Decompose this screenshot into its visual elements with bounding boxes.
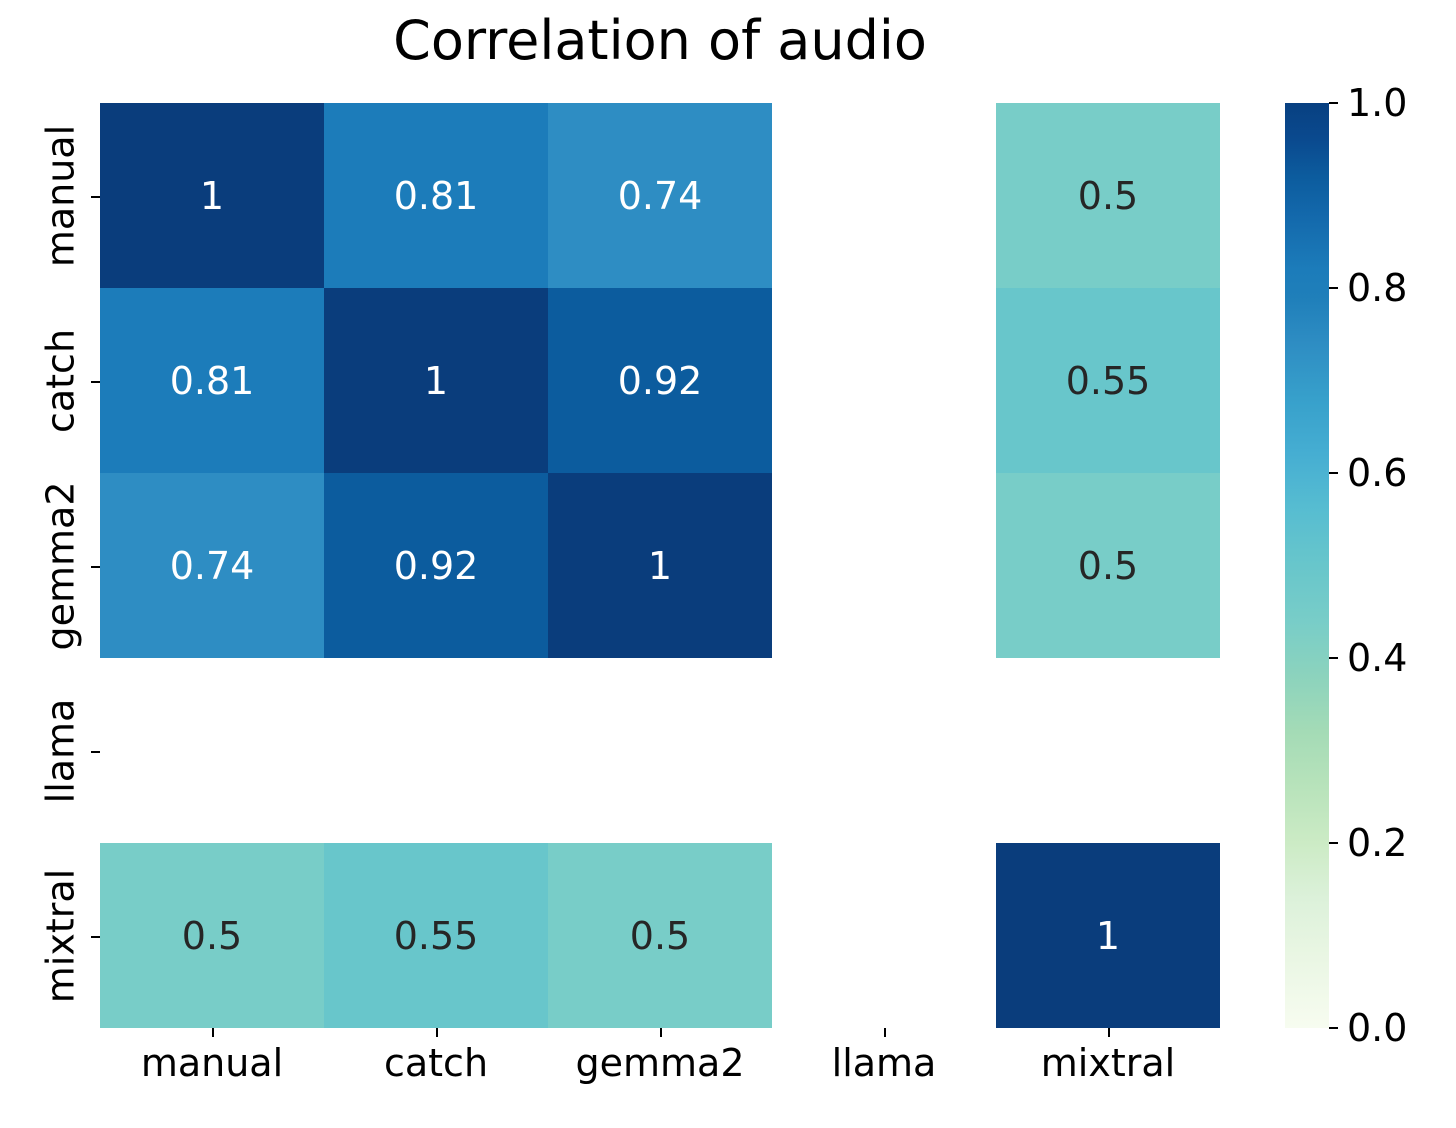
x-tick-label-catch: catch	[383, 1041, 489, 1085]
colorbar-tick	[1329, 842, 1338, 844]
heatmap-cell: 0.81	[100, 288, 324, 473]
heatmap-cell-value: 1	[423, 358, 449, 403]
heatmap-cell	[772, 288, 996, 473]
y-axis-tick	[91, 380, 100, 383]
colorbar-tick-label-0.6: 0.6	[1347, 451, 1408, 495]
heatmap-cell-value: 0.92	[393, 543, 479, 588]
heatmap-cell: 0.55	[996, 288, 1220, 473]
heatmap-cell: 1	[548, 473, 772, 658]
heatmap-figure: Correlation of audio 1 0.81 0.74 0.5 0.81 1 0.…	[0, 0, 1456, 1128]
heatmap-cell: 1	[324, 288, 548, 473]
heatmap-cell-value: 0.55	[1065, 358, 1151, 403]
y-tick-label-mixtral: mixtral	[38, 868, 82, 1003]
heatmap-cell	[548, 658, 772, 843]
heatmap-cell-value: 1	[647, 543, 673, 588]
heatmap-cell	[996, 658, 1220, 843]
colorbar-tick	[1329, 287, 1338, 289]
x-axis-tick	[884, 1028, 886, 1037]
colorbar-gradient	[1285, 103, 1329, 1028]
heatmap-cell: 0.74	[548, 103, 772, 288]
heatmap-cell	[772, 658, 996, 843]
heatmap-cell	[772, 473, 996, 658]
x-axis-tick	[436, 1028, 438, 1037]
heatmap-cell	[100, 658, 324, 843]
y-axis-tick	[91, 195, 100, 198]
colorbar-tick-label-0.8: 0.8	[1347, 266, 1408, 310]
x-tick-label-gemma2: gemma2	[575, 1041, 745, 1085]
heatmap-cell-value: 1	[199, 173, 225, 218]
heatmap-cell	[324, 658, 548, 843]
heatmap-cell-value: 0.55	[393, 913, 479, 958]
heatmap-cell-value: 0.81	[169, 358, 255, 403]
heatmap-cell: 1	[100, 103, 324, 288]
x-tick-label-mixtral: mixtral	[1040, 1041, 1176, 1085]
heatmap-cell	[772, 843, 996, 1028]
heatmap-cell-value: 0.5	[1077, 173, 1139, 218]
y-tick-label-manual: manual	[38, 124, 82, 267]
y-axis-tick	[91, 565, 100, 568]
heatmap-cell: 0.5	[548, 843, 772, 1028]
y-axis-tick	[91, 750, 100, 753]
colorbar-tick-label-1.0: 1.0	[1347, 81, 1408, 125]
colorbar-tick-label-0.4: 0.4	[1347, 636, 1408, 680]
heatmap-cell-value: 0.74	[169, 543, 255, 588]
x-tick-label-manual: manual	[140, 1041, 284, 1085]
colorbar-tick	[1329, 472, 1338, 474]
heatmap-cell: 0.92	[548, 288, 772, 473]
x-tick-label-llama: llama	[831, 1041, 937, 1085]
y-tick-label-llama: llama	[38, 698, 82, 803]
page-title: Correlation of audio	[393, 9, 927, 72]
x-axis-tick	[212, 1028, 214, 1037]
y-tick-label-catch: catch	[38, 328, 82, 433]
colorbar-tick-label-0.0: 0.0	[1347, 1006, 1408, 1050]
y-tick-label-gemma2: gemma2	[38, 481, 82, 650]
heatmap-cell	[772, 103, 996, 288]
heatmap-cell-value: 0.5	[1077, 543, 1139, 588]
colorbar-tick	[1329, 102, 1338, 104]
y-axis-tick	[91, 935, 100, 938]
heatmap-plot-area: 1 0.81 0.74 0.5 0.81 1 0.92 0.55 0.74 0.92 1 0.5 0.5…	[91, 103, 1220, 1037]
heatmap-cell: 0.92	[324, 473, 548, 658]
heatmap-cell: 0.74	[100, 473, 324, 658]
heatmap-cell-value: 0.92	[617, 358, 703, 403]
heatmap-cell: 0.5	[996, 103, 1220, 288]
colorbar-tick	[1329, 1027, 1338, 1029]
heatmap-cell-value: 0.5	[181, 913, 243, 958]
x-axis-tick	[1108, 1028, 1110, 1037]
heatmap-cell: 1	[996, 843, 1220, 1028]
heatmap-cell-value: 1	[1095, 913, 1121, 958]
colorbar-tick	[1329, 657, 1338, 659]
colorbar: 0.0 0.2 0.4 0.6 0.8 1.0	[1285, 84, 1407, 1047]
x-axis-tick	[660, 1028, 662, 1037]
heatmap-cell-value: 0.81	[393, 173, 479, 218]
heatmap-cell: 0.81	[324, 103, 548, 288]
colorbar-tick-label-0.2: 0.2	[1347, 821, 1408, 865]
heatmap-cell: 0.5	[996, 473, 1220, 658]
heatmap-cell-value: 0.5	[629, 913, 691, 958]
heatmap-cell: 0.55	[324, 843, 548, 1028]
heatmap-cell-value: 0.74	[617, 173, 703, 218]
heatmap-cell: 0.5	[100, 843, 324, 1028]
